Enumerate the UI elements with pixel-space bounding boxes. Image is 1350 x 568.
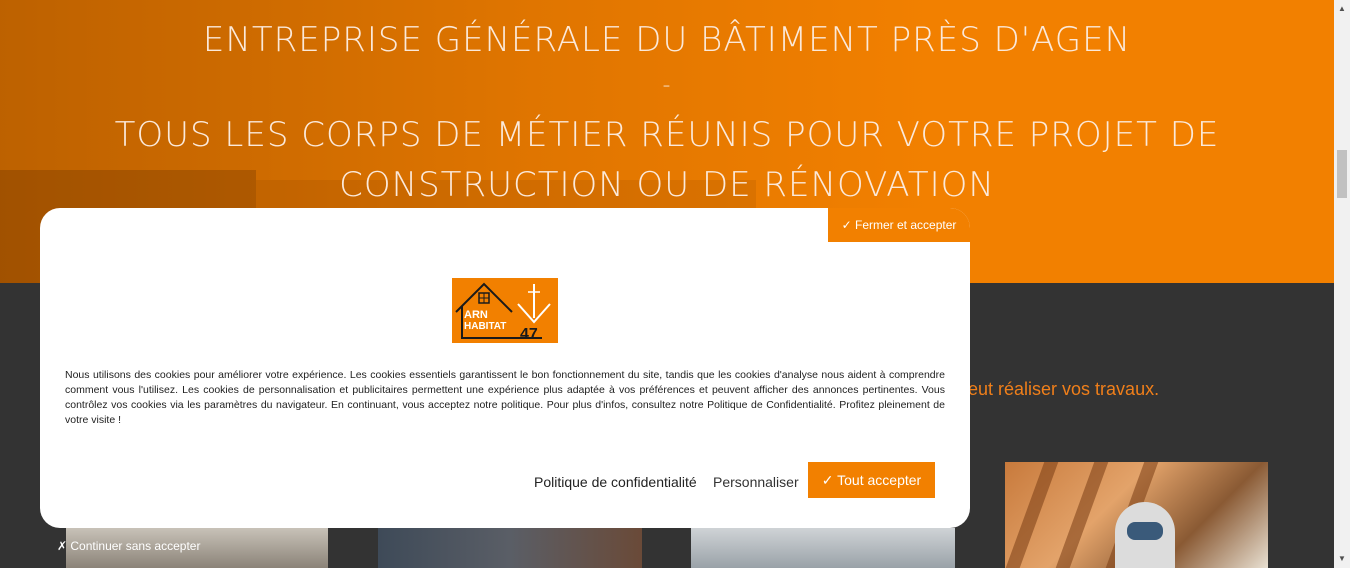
service-card-image-4[interactable] [1005, 462, 1268, 568]
scroll-down-arrow-icon[interactable]: ▼ [1334, 552, 1350, 566]
worker-mask [1127, 522, 1163, 540]
svg-text:47: 47 [520, 326, 538, 343]
section-subtitle: eut réaliser vos travaux. [968, 379, 1160, 399]
hero-title-line-3: CONSTRUCTION OU DE RÉNOVATION [339, 165, 995, 205]
accept-all-button[interactable]: ✓ Tout accepter [808, 462, 935, 498]
page-scrollbar[interactable]: ▲ ▼ [1334, 0, 1350, 568]
privacy-policy-link[interactable]: Politique de confidentialité [534, 474, 697, 490]
arn-habitat-logo: ARN HABITAT 47 [452, 278, 558, 343]
hero-title-separator: - [662, 73, 672, 98]
continue-without-accepting-link[interactable]: ✗ Continuer sans accepter [57, 539, 200, 553]
roof-beam [1005, 462, 1059, 568]
hero-heading: ENTREPRISE GÉNÉRALE DU BÂTIMENT PRÈS D'A… [0, 18, 1334, 210]
house-logo-icon: ARN HABITAT 47 [455, 282, 551, 343]
cookie-consent-dialog: ✓ Fermer et accepter ARN HABITAT 47 Nous… [40, 208, 970, 528]
service-card-image-2[interactable] [378, 528, 642, 568]
scroll-thumb[interactable] [1337, 150, 1347, 198]
hero-title-line-2: TOUS LES CORPS DE MÉTIER RÉUNIS POUR VOT… [114, 115, 1220, 155]
svg-text:HABITAT: HABITAT [464, 321, 506, 332]
roof-beam [1055, 462, 1109, 568]
hero-title-line-1: ENTREPRISE GÉNÉRALE DU BÂTIMENT PRÈS D'A… [202, 20, 1132, 60]
close-and-accept-button[interactable]: ✓ Fermer et accepter [828, 208, 970, 242]
cookie-message: Nous utilisons des cookies pour améliore… [65, 369, 945, 426]
scroll-up-arrow-icon[interactable]: ▲ [1334, 2, 1350, 16]
service-card-image-3[interactable] [691, 528, 955, 568]
customize-link[interactable]: Personnaliser [713, 474, 799, 490]
svg-text:ARN: ARN [464, 309, 488, 321]
